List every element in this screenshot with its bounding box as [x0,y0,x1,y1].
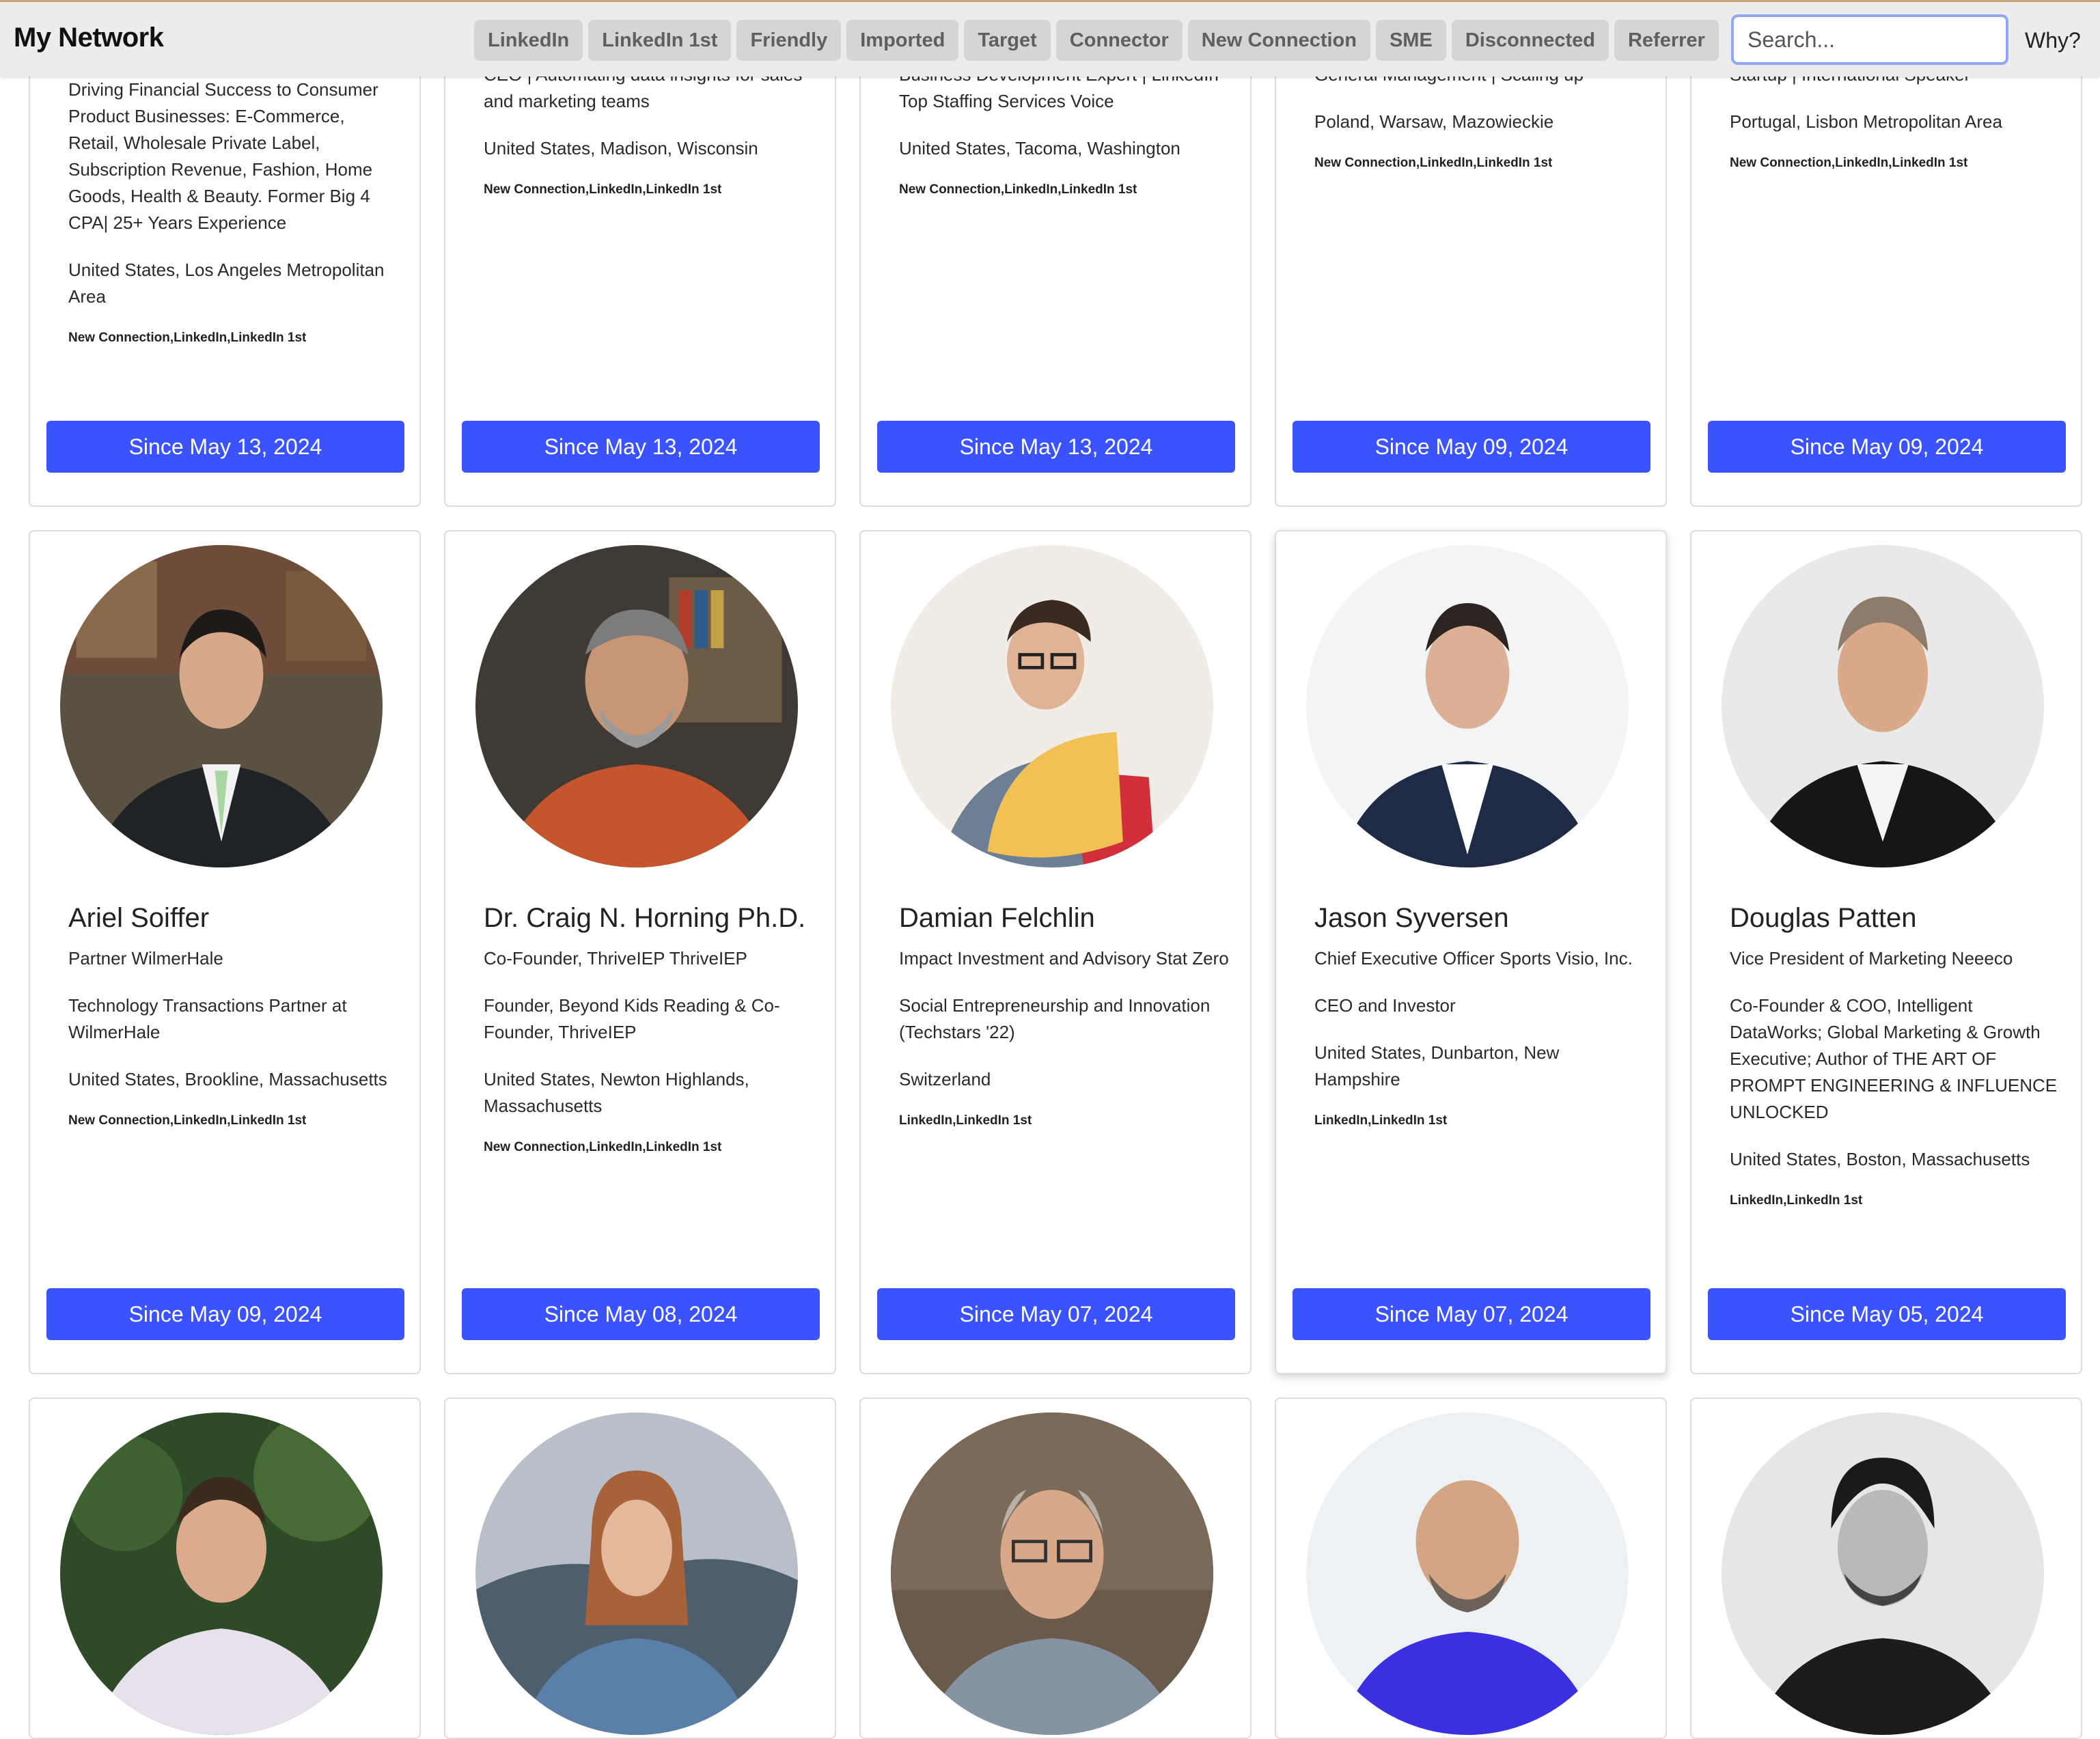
since-button[interactable]: Since May 13, 2024 [462,421,820,473]
since-button[interactable]: Since May 13, 2024 [877,421,1235,473]
card-role: Vice President of Marketing Neeeco [1730,948,2013,969]
search-input[interactable] [1731,14,2008,65]
card-role: Co-Founder, ThriveIEP ThriveIEP [484,948,747,969]
card-tags: New Connection,LinkedIn,LinkedIn 1st [899,182,1137,197]
card-role: Partner WilmerHale [68,948,223,969]
card-location: United States, Los Angeles Metropolitan … [68,260,385,307]
card-name: Ariel Soiffer [68,903,210,933]
since-button[interactable]: Since May 05, 2024 [1708,1288,2066,1340]
profile-photo [891,1413,1213,1735]
contact-card [444,1397,836,1739]
card-location: United States, Brookline, Massachusetts [68,1069,387,1089]
contact-card [859,1397,1252,1739]
since-button[interactable]: Since May 08, 2024 [462,1288,820,1340]
contact-card [29,1397,421,1739]
card-location: Poland, Warsaw, Mazowieckie [1314,111,1554,132]
card-headline: Driving Financial Success to Consumer Pr… [68,79,378,233]
card-location: United States, Dunbarton, New Hampshire [1314,1042,1560,1089]
avatar[interactable] [60,1413,383,1735]
avatar[interactable] [891,545,1213,867]
card-tags: New Connection,LinkedIn,LinkedIn 1st [1730,156,1968,170]
since-button[interactable]: Since May 09, 2024 [1708,421,2066,473]
since-button[interactable]: Since May 13, 2024 [46,421,404,473]
profile-photo [1722,545,2044,867]
avatar[interactable] [1306,545,1629,867]
card-tags: LinkedIn,LinkedIn 1st [899,1113,1032,1128]
card-headline: Social Entrepreneurship and Innovation (… [899,995,1211,1042]
profile-photo [60,545,383,867]
profile-photo [891,545,1213,867]
filter-imported-button[interactable]: Imported [846,20,959,61]
filter-sme-button[interactable]: SME [1375,20,1446,61]
why-link[interactable]: Why? [2025,28,2081,53]
card-location: United States, Madison, Wisconsin [484,138,758,158]
avatar[interactable] [891,1413,1213,1735]
card-tags: LinkedIn,LinkedIn 1st [1730,1193,1863,1208]
card-location: United States, Boston, Massachusetts [1730,1149,2030,1169]
avatar[interactable] [1722,1413,2044,1735]
profile-photo [475,1413,798,1735]
avatar[interactable] [1722,545,2044,867]
since-button[interactable]: Since May 07, 2024 [1293,1288,1650,1340]
filter-new-connection-button[interactable]: New Connection [1187,20,1370,61]
contact-card: Dr. Craig N. Horning Ph.D. Co-Founder, T… [444,530,836,1374]
card-location: Switzerland [899,1069,991,1089]
profile-photo [1722,1413,2044,1735]
card-location: Portugal, Lisbon Metropolitan Area [1730,111,2002,132]
contact-card [1690,1397,2082,1739]
card-name: Jason Syversen [1314,903,1509,933]
avatar[interactable] [475,545,798,867]
card-location: United States, Tacoma, Washington [899,138,1180,158]
profile-photo [1306,1413,1629,1735]
card-role: Impact Investment and Advisory Stat Zero [899,948,1229,969]
card-headline: CEO and Investor [1314,995,1456,1016]
card-headline: Technology Transactions Partner at Wilme… [68,995,347,1042]
card-name: Damian Felchlin [899,903,1095,933]
filter-connector-button[interactable]: Connector [1055,20,1183,61]
filter-disconnected-button[interactable]: Disconnected [1451,20,1609,61]
avatar[interactable] [60,545,383,867]
card-tags: New Connection,LinkedIn,LinkedIn 1st [484,182,722,197]
card-tags: New Connection,LinkedIn,LinkedIn 1st [68,1113,307,1128]
card-name: Dr. Craig N. Horning Ph.D. [484,903,806,933]
filter-referrer-button[interactable]: Referrer [1614,20,1719,61]
contact-card: Damian Felchlin Impact Investment and Ad… [859,530,1252,1374]
card-tags: New Connection,LinkedIn,LinkedIn 1st [484,1140,722,1154]
contact-card [1275,1397,1667,1739]
app-title: My Network [14,23,164,53]
card-tags: New Connection,LinkedIn,LinkedIn 1st [1314,156,1553,170]
contact-card: Douglas Patten Vice President of Marketi… [1690,530,2082,1374]
card-tags: New Connection,LinkedIn,LinkedIn 1st [68,331,307,345]
profile-photo [475,545,798,867]
card-location: United States, Newton Highlands, Massach… [484,1069,749,1116]
filter-friendly-button[interactable]: Friendly [736,20,842,61]
avatar[interactable] [1306,1413,1629,1735]
top-nav-bar: My Network LinkedIn LinkedIn 1st Friendl… [0,0,2100,76]
filter-tag-bar: LinkedIn LinkedIn 1st Friendly Imported … [474,20,1719,61]
card-name: Douglas Patten [1730,903,1917,933]
card-role: Chief Executive Officer Sports Visio, In… [1314,948,1633,969]
filter-target-button[interactable]: Target [964,20,1051,61]
since-button[interactable]: Since May 09, 2024 [1293,421,1650,473]
since-button[interactable]: Since May 09, 2024 [46,1288,404,1340]
contact-card: Jason Syversen Chief Executive Officer S… [1275,530,1667,1374]
avatar[interactable] [475,1413,798,1735]
since-button[interactable]: Since May 07, 2024 [877,1288,1235,1340]
card-headline: Co-Founder & COO, Intelligent DataWorks;… [1730,995,2058,1122]
profile-photo [60,1413,383,1735]
filter-linkedin-button[interactable]: LinkedIn [474,20,583,61]
filter-linkedin-1st-button[interactable]: LinkedIn 1st [588,20,732,61]
profile-photo [1306,545,1629,867]
card-headline: Founder, Beyond Kids Reading & Co-Founde… [484,995,780,1042]
card-tags: LinkedIn,LinkedIn 1st [1314,1113,1448,1128]
contact-card: Ariel Soiffer Partner WilmerHale Technol… [29,530,421,1374]
